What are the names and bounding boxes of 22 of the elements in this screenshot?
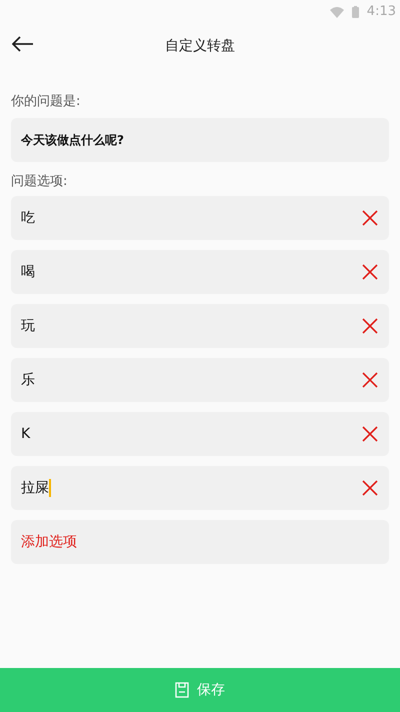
option-field[interactable]: 拉屎 <box>21 478 51 498</box>
close-icon[interactable] <box>362 426 378 442</box>
close-icon[interactable] <box>362 480 378 496</box>
status-time: 4:13 <box>366 3 396 22</box>
question-label: 你的问题是: <box>11 93 82 111</box>
save-icon <box>175 682 189 698</box>
question-field[interactable]: 今天该做点什么呢? <box>11 118 389 162</box>
wifi-icon <box>330 6 344 18</box>
close-icon[interactable] <box>362 264 378 280</box>
close-icon[interactable] <box>362 318 378 334</box>
close-icon[interactable] <box>362 210 378 226</box>
add-option-button[interactable]: 添加选项 <box>11 520 389 564</box>
page-title: 自定义转盘 <box>165 36 235 56</box>
close-icon[interactable] <box>362 372 378 388</box>
options-label: 问题选项: <box>11 173 68 191</box>
option-field[interactable]: 乐 <box>21 370 35 390</box>
option-field[interactable]: 喝 <box>21 262 35 282</box>
back-arrow-icon[interactable] <box>12 36 34 52</box>
option-field[interactable]: K <box>21 424 30 444</box>
option-field[interactable]: 吃 <box>21 208 35 228</box>
battery-icon <box>352 6 359 18</box>
option-field[interactable]: 玩 <box>21 316 35 336</box>
